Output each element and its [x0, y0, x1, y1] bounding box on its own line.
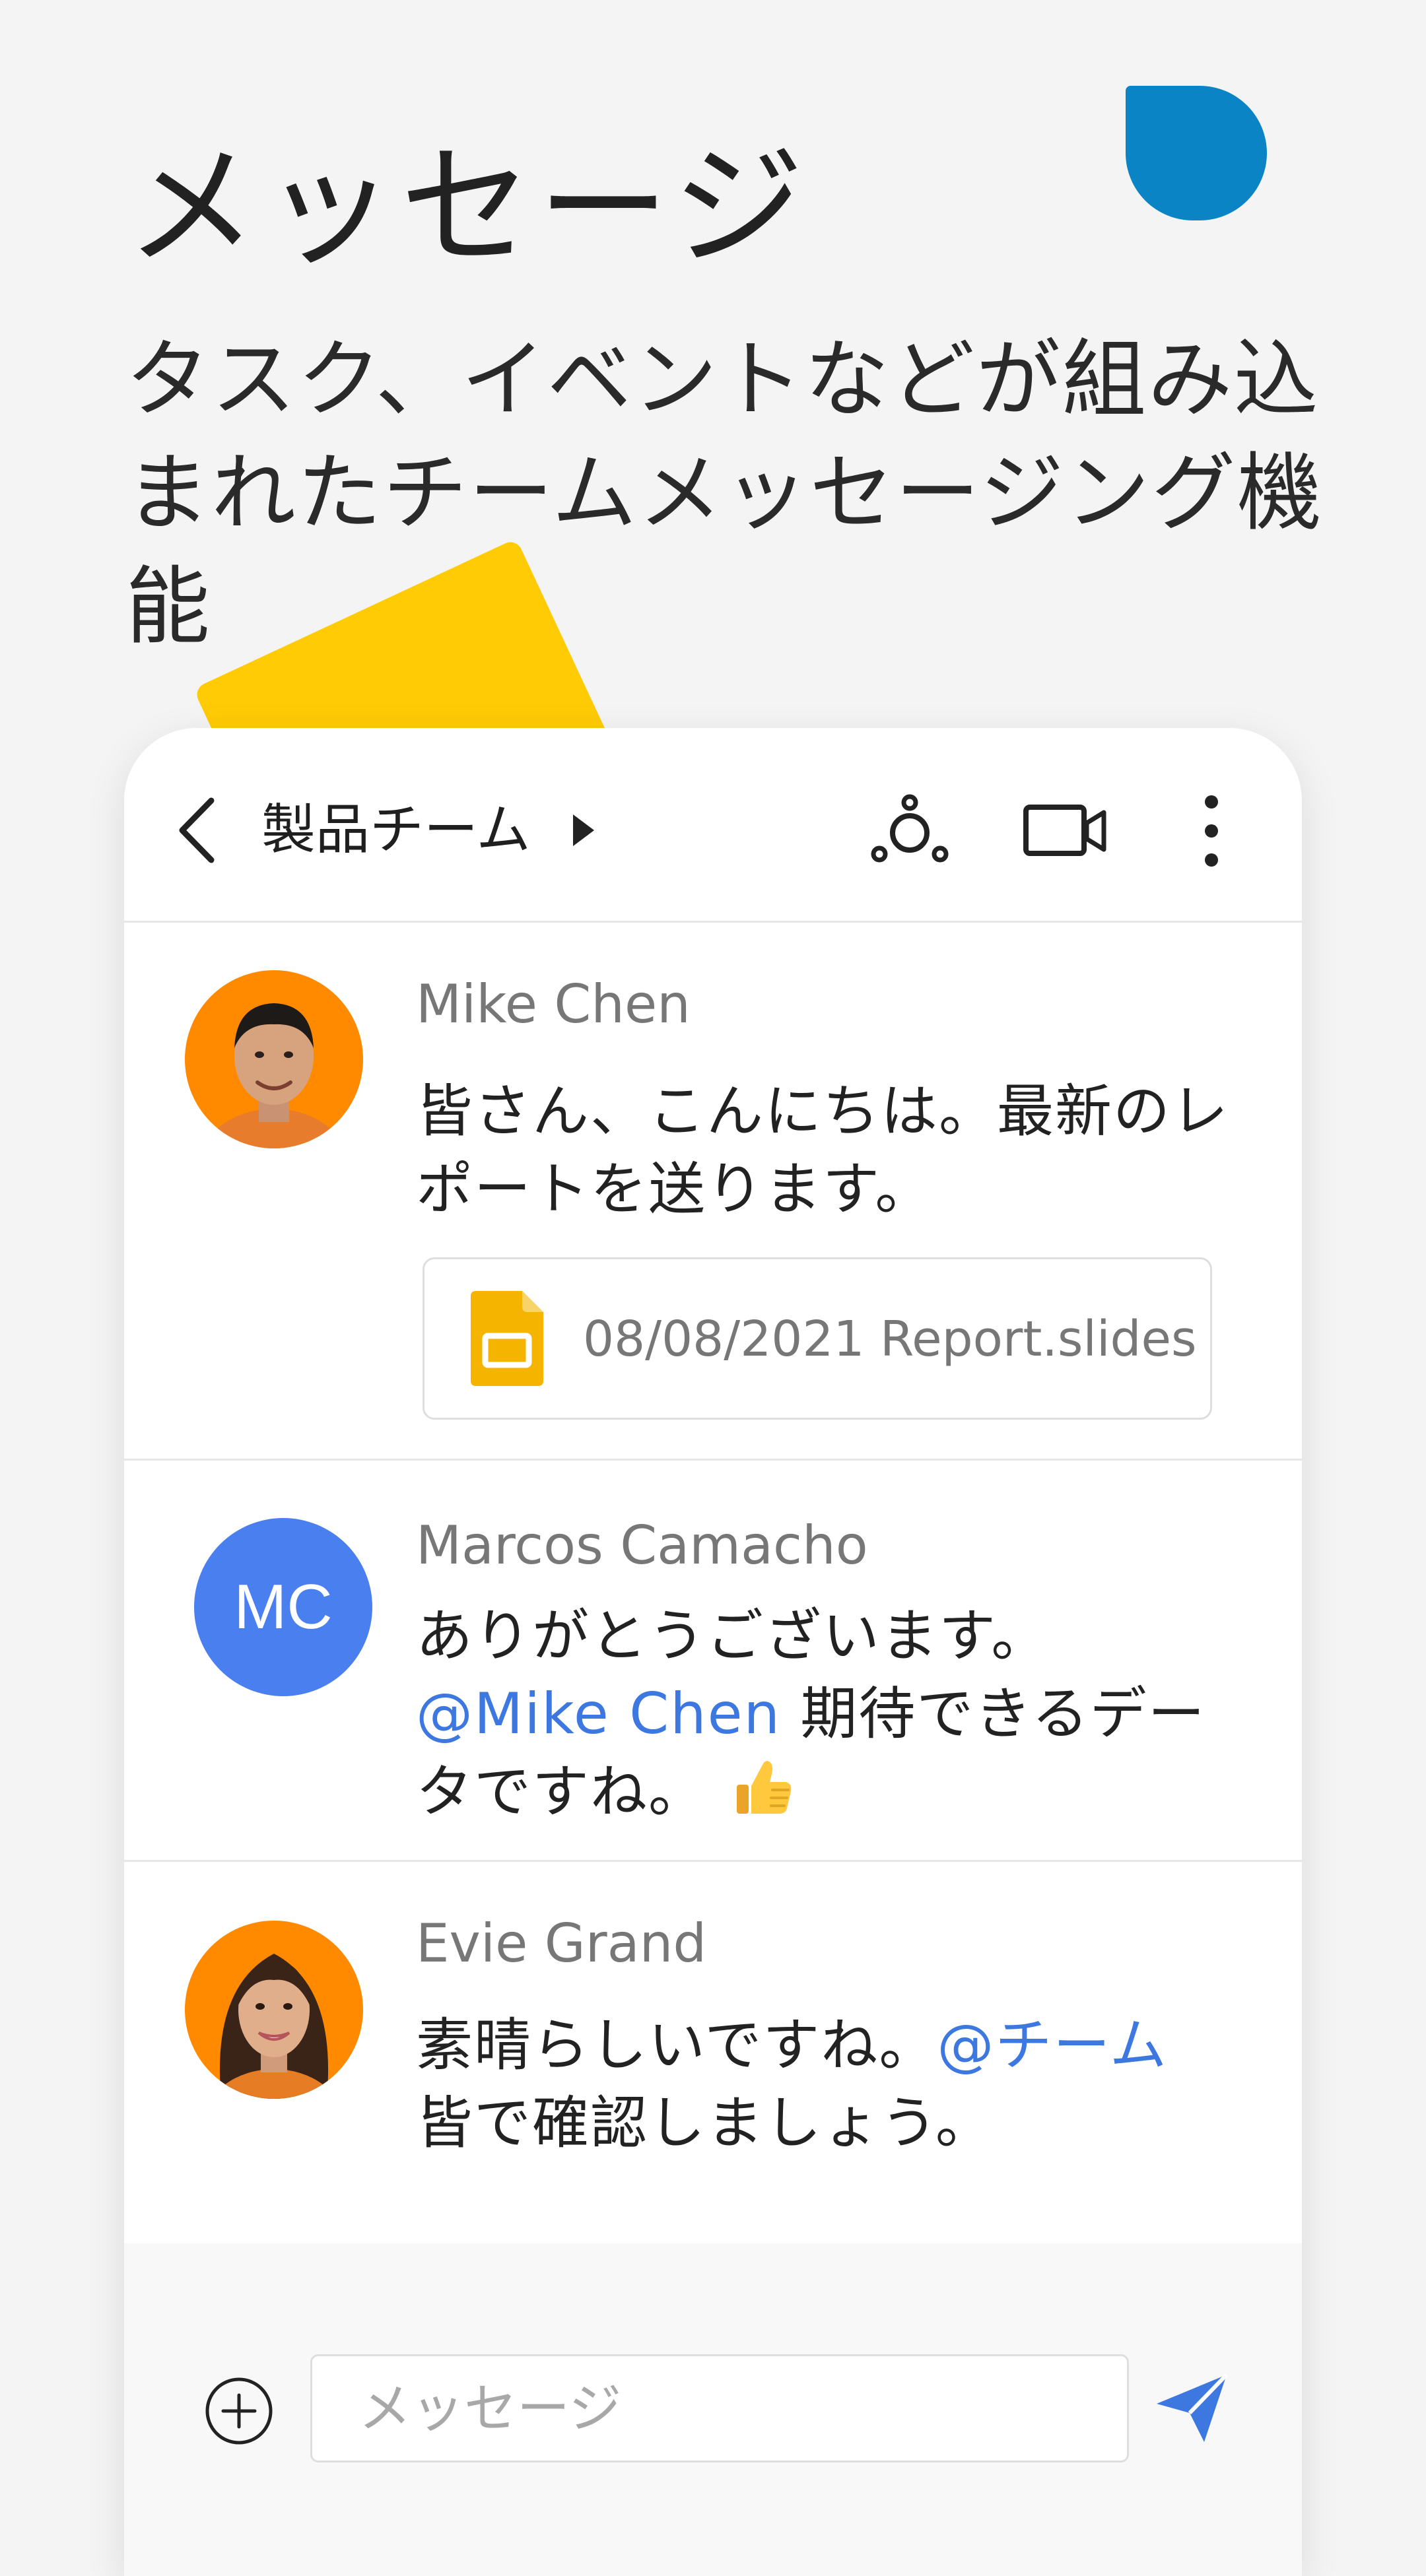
file-attachment[interactable]: 08/08/2021 Report.slides: [423, 1257, 1212, 1420]
message-sender: Marcos Camacho: [416, 1515, 868, 1576]
chevron-left-icon[interactable]: [170, 794, 223, 867]
message-item: Mike Chen 皆さん、こんにちは。最新のレポートを送ります。 08/08/…: [124, 921, 1302, 1461]
decorative-blue-shape: [1126, 86, 1267, 220]
mention-link[interactable]: @Mike Chen: [416, 1681, 781, 1747]
people-icon[interactable]: [870, 791, 949, 870]
hero-title: メッセージ: [125, 131, 810, 284]
message-composer: [124, 2243, 1302, 2576]
message-text: 皆さん、こんにちは。最新のレポートを送ります。: [416, 1078, 1229, 1222]
message-text-part: ありがとうございます。: [416, 1603, 1050, 1669]
message-item: MC Marcos Camacho ありがとうございます。 @Mike Chen…: [124, 1459, 1302, 1862]
avatar-initials: MC: [234, 1571, 333, 1642]
avatar[interactable]: MC: [194, 1518, 372, 1696]
video-camera-icon[interactable]: [1022, 799, 1108, 862]
message-text-part: 素晴らしいですね。: [416, 2012, 937, 2078]
add-circle-icon[interactable]: [203, 2375, 275, 2447]
caret-right-icon[interactable]: [566, 810, 599, 850]
message-text-part: 皆で確認しましょう。: [416, 2090, 994, 2156]
chat-header: 製品チーム: [124, 728, 1302, 923]
message-text: 素晴らしいですね。@チーム 皆で確認しましょう。: [416, 2006, 1248, 2162]
avatar[interactable]: [185, 1921, 363, 2099]
hero-subtitle: タスク、イベントなどが組み込まれたチームメッセージング機能: [125, 331, 1323, 656]
slides-file-icon: [471, 1291, 543, 1386]
send-icon[interactable]: [1154, 2372, 1231, 2445]
message-text: ありがとうございます。 @Mike Chen 期待できるデータですね。: [416, 1597, 1248, 1831]
person-photo-icon: [185, 1921, 363, 2099]
more-vert-icon[interactable]: [1197, 793, 1226, 869]
chat-screen: 製品チーム Mike Chen 皆さん、こんにちは。最新のレポートを送ります。 …: [124, 728, 1302, 2576]
person-photo-icon: [185, 970, 363, 1148]
thumbs-up-icon: [737, 1761, 792, 1814]
chat-title[interactable]: 製品チーム: [261, 794, 531, 867]
attachment-filename: 08/08/2021 Report.slides: [583, 1311, 1197, 1368]
mention-link[interactable]: @チーム: [937, 2012, 1167, 2078]
message-input[interactable]: [310, 2354, 1129, 2462]
message-sender: Evie Grand: [416, 1913, 707, 1974]
message-sender: Mike Chen: [416, 974, 691, 1035]
avatar[interactable]: [185, 970, 363, 1148]
message-item: Evie Grand 素晴らしいですね。@チーム 皆で確認しましょう。: [124, 1860, 1302, 2245]
